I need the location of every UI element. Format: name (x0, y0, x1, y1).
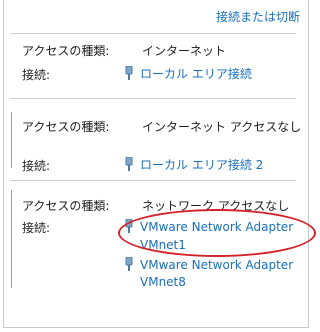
access-type-label: アクセスの種類: (22, 199, 110, 213)
section-divider (10, 98, 296, 99)
connection-link-text: VMware Network Adapter (140, 258, 294, 272)
connection-link-text: ローカル エリア接続 (140, 67, 252, 81)
section-bar (11, 112, 12, 168)
network-adapter-icon (125, 66, 133, 80)
connection-link-vmnet8-line2[interactable]: VMnet8 (140, 275, 186, 289)
connection-link-text: ローカル エリア接続 2 (140, 158, 264, 172)
connection-link-local-area-2[interactable]: ローカル エリア接続 2 (124, 156, 263, 173)
connection-label: 接続: (22, 221, 51, 235)
highlight-ellipse (118, 209, 316, 257)
section-divider (10, 33, 296, 34)
section-divider (10, 180, 296, 181)
access-type-value: インターネット アクセスなし (142, 120, 302, 134)
access-type-value: インターネット (142, 44, 227, 58)
connection-link-local-area[interactable]: ローカル エリア接続 (124, 65, 252, 82)
connection-link-vmnet8[interactable]: VMware Network Adapter (124, 257, 293, 272)
section-bar (11, 190, 12, 288)
access-type-label: アクセスの種類: (22, 120, 110, 134)
connection-label: 接続: (22, 159, 51, 173)
network-adapter-icon (125, 157, 133, 171)
connection-label: 接続: (22, 68, 51, 82)
network-adapter-icon (125, 257, 133, 271)
connect-or-disconnect-link[interactable]: 接続または切断 (216, 8, 300, 25)
access-type-label: アクセスの種類: (22, 44, 110, 58)
